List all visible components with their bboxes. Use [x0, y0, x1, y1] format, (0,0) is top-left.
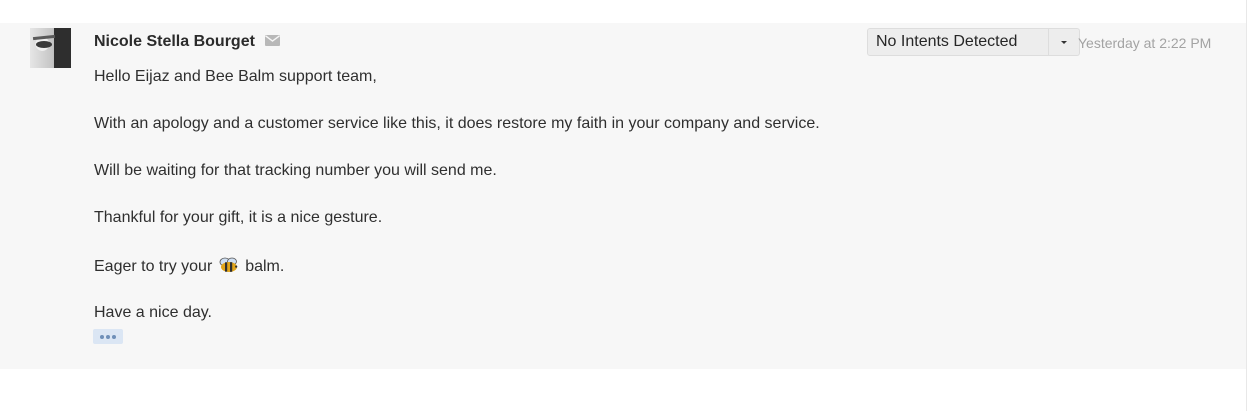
caret-down-icon [1061, 41, 1067, 44]
intent-button[interactable]: No Intents Detected [867, 28, 1049, 56]
message-line-balm-start: Eager to try your [94, 258, 213, 275]
show-more-button[interactable] [93, 329, 123, 344]
message-line-greeting: Hello Eijaz and Bee Balm support team, [94, 68, 377, 85]
message-line-balm-end: balm. [245, 258, 285, 275]
intent-dropdown-toggle[interactable] [1049, 28, 1080, 56]
panel-divider [1246, 0, 1247, 411]
message-line-gift: Thankful for your gift, it is a nice ges… [94, 209, 383, 226]
message-line-tracking: Will be waiting for that tracking number… [94, 162, 497, 179]
message-line-balm: Eager to try your balm. [94, 257, 284, 276]
intent-dropdown: No Intents Detected [867, 28, 1080, 56]
message-timestamp: Yesterday at 2:22 PM [1078, 35, 1212, 51]
envelope-icon [265, 35, 280, 46]
sender-name[interactable]: Nicole Stella Bourget [94, 33, 255, 51]
message-line-signoff: Have a nice day. [94, 304, 212, 321]
bee-emoji-icon [219, 257, 238, 272]
sender-avatar[interactable] [30, 28, 71, 68]
message-line-apology: With an apology and a customer service l… [94, 115, 820, 132]
message-card: Nicole Stella Bourget No Intents Detecte… [0, 23, 1246, 369]
